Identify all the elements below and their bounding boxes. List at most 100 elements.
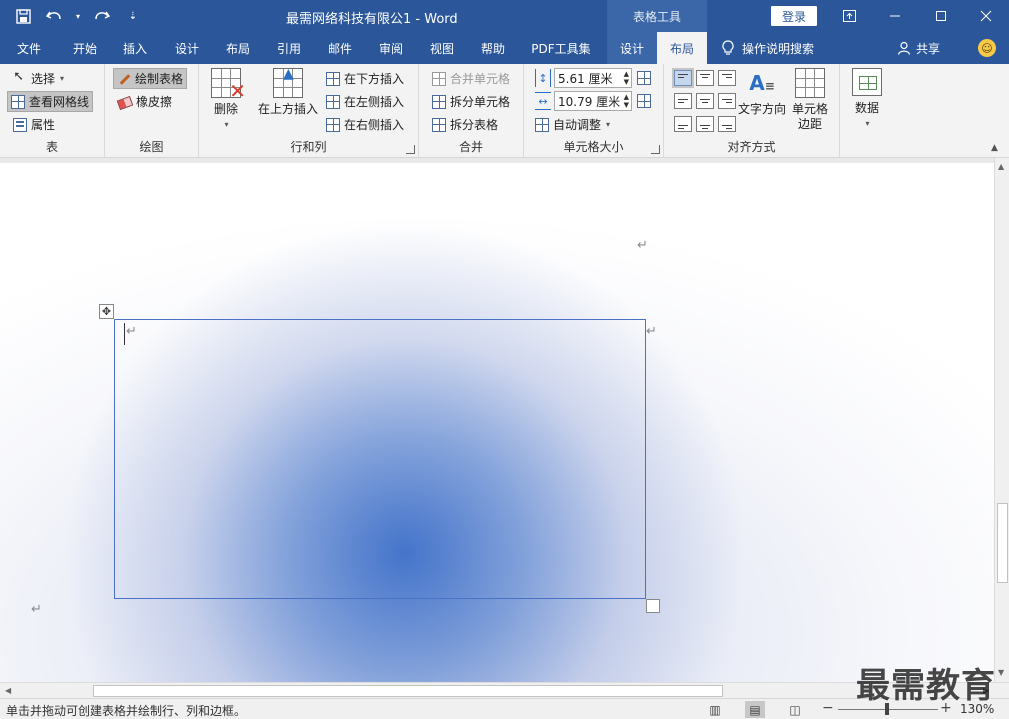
read-mode-icon[interactable]: ▥ — [705, 701, 725, 718]
undo-dropdown-icon[interactable]: ▾ — [74, 3, 82, 29]
horizontal-scroll-thumb[interactable] — [93, 685, 723, 697]
cell-margins-button[interactable]: 单元格 边距 — [792, 68, 828, 132]
merge-cells-button[interactable]: 合并单元格 — [429, 68, 513, 89]
maximize-icon[interactable] — [918, 0, 964, 32]
table-resize-handle[interactable] — [646, 599, 660, 613]
feedback-smiley-icon[interactable]: ☺ — [978, 39, 996, 57]
table-cell[interactable] — [114, 319, 646, 599]
chevron-down-icon: ▾ — [60, 74, 65, 83]
spinner-icon[interactable]: ▲ ▼ — [624, 70, 629, 86]
text-cursor — [124, 323, 125, 345]
vertical-scroll-thumb[interactable] — [997, 503, 1008, 583]
delete-label: 删除 — [213, 102, 238, 116]
delete-button[interactable]: ✕ 删除 ▾ — [211, 68, 246, 132]
align-bottom-center-icon[interactable] — [696, 116, 714, 132]
zoom-out-icon[interactable]: − — [822, 700, 834, 716]
data-label: 数据 — [854, 101, 879, 115]
table-move-handle-icon[interactable]: ✥ — [99, 304, 114, 319]
tab-pdf-tools[interactable]: PDF工具集 — [524, 32, 598, 64]
cell-size-group: ↕ 5.61 厘米 ▲ ▼ ↔ 10.79 厘米 ▲ ▼ 自动调整 ▾ 单元格大小 — [524, 64, 664, 158]
chevron-down-icon: ▾ — [606, 120, 611, 129]
chevron-down-icon: ▾ — [865, 119, 870, 128]
view-gridlines-label: 查看网格线 — [29, 95, 90, 109]
scroll-up-icon[interactable]: ▲ — [998, 162, 1004, 171]
insert-left-icon — [326, 94, 340, 109]
eraser-button[interactable]: 橡皮擦 — [115, 91, 175, 112]
tab-review[interactable]: 审阅 — [368, 32, 414, 64]
merge-cells-label: 合并单元格 — [450, 72, 511, 86]
distribute-columns-icon[interactable] — [637, 94, 651, 108]
tab-insert[interactable]: 插入 — [112, 32, 158, 64]
merge-group: 合并单元格 拆分单元格 拆分表格 合并 — [419, 64, 524, 158]
align-top-right-icon[interactable] — [718, 70, 736, 86]
tab-help[interactable]: 帮助 — [470, 32, 516, 64]
tab-home[interactable]: 开始 — [60, 32, 110, 64]
vertical-scrollbar[interactable]: ▲ ▼ — [994, 158, 1009, 682]
insert-above-icon: ▲ — [273, 67, 303, 98]
collapse-ribbon-icon[interactable]: ▲ — [991, 143, 998, 153]
tab-design[interactable]: 设计 — [164, 32, 210, 64]
minimize-icon[interactable] — [872, 0, 918, 32]
data-button[interactable]: 数据 ▾ — [852, 68, 882, 131]
merge-group-label: 合并 — [458, 140, 483, 154]
row-height-value: 5.61 厘米 — [558, 71, 613, 86]
tab-layout[interactable]: 布局 — [215, 32, 261, 64]
tab-table-design[interactable]: 设计 — [607, 32, 657, 64]
text-direction-icon: A≡ — [749, 71, 775, 95]
distribute-rows-icon[interactable] — [637, 71, 651, 85]
web-layout-icon[interactable]: ◫ — [785, 701, 805, 718]
close-icon[interactable] — [963, 0, 1009, 32]
insert-left-button[interactable]: 在左侧插入 — [323, 91, 407, 112]
redo-icon[interactable] — [88, 3, 114, 29]
column-width-input[interactable]: 10.79 厘米 ▲ ▼ — [554, 91, 632, 111]
insert-right-button[interactable]: 在右侧插入 — [323, 114, 407, 135]
ribbon-display-options-icon[interactable] — [826, 0, 872, 32]
tab-view[interactable]: 视图 — [419, 32, 465, 64]
insert-above-button[interactable]: ▲ 在上方插入 — [258, 67, 318, 117]
customize-qat-icon[interactable]: ⇣ — [120, 3, 146, 29]
insert-left-label: 在左侧插入 — [344, 95, 405, 109]
align-middle-center-icon[interactable] — [696, 93, 714, 109]
document-area[interactable]: ↵ ✥ ↵ ↵ ↵ — [0, 158, 994, 682]
undo-icon[interactable] — [42, 3, 68, 29]
share-button[interactable]: 共享 — [897, 32, 940, 64]
align-bottom-left-icon[interactable] — [674, 116, 692, 132]
draw-group-label: 绘图 — [139, 140, 164, 154]
tab-file[interactable]: 文件 — [6, 32, 52, 64]
tell-me-search[interactable]: 操作说明搜索 — [722, 32, 814, 64]
save-icon[interactable] — [10, 3, 36, 29]
align-bottom-right-icon[interactable] — [718, 116, 736, 132]
text-direction-button[interactable]: A≡ 文字方向 — [738, 68, 786, 117]
insert-below-button[interactable]: 在下方插入 — [323, 68, 407, 89]
cell-size-launcher-icon[interactable] — [651, 145, 660, 154]
split-table-button[interactable]: 拆分表格 — [429, 114, 501, 135]
login-button[interactable]: 登录 — [771, 6, 817, 26]
draw-table-button[interactable]: 绘制表格 — [113, 68, 188, 89]
properties-button[interactable]: 属性 — [10, 114, 58, 135]
data-group: 数据 ▾ — [840, 64, 900, 158]
rows-columns-launcher-icon[interactable] — [406, 145, 415, 154]
select-label: 选择 — [31, 72, 56, 86]
cell-margins-label-line2: 边距 — [798, 117, 823, 131]
tab-table-layout[interactable]: 布局 — [657, 32, 707, 64]
cell-margins-icon — [795, 68, 825, 98]
print-layout-icon[interactable]: ▤ — [745, 701, 765, 718]
select-button[interactable]: 选择 ▾ — [10, 68, 67, 89]
view-gridlines-button[interactable]: 查看网格线 — [7, 91, 94, 112]
spinner-icon[interactable]: ▲ ▼ — [624, 93, 629, 109]
table-group: 选择 ▾ 查看网格线 属性 表 — [0, 64, 105, 158]
align-top-left-icon[interactable] — [674, 70, 692, 86]
tab-mailings[interactable]: 邮件 — [317, 32, 363, 64]
insert-right-label: 在右侧插入 — [344, 118, 405, 132]
alignment-group-label: 对齐方式 — [727, 140, 776, 154]
align-top-center-icon[interactable] — [696, 70, 714, 86]
align-middle-left-icon[interactable] — [674, 93, 692, 109]
scroll-down-icon[interactable]: ▼ — [998, 668, 1004, 677]
align-middle-right-icon[interactable] — [718, 93, 736, 109]
scroll-left-icon[interactable]: ◀ — [5, 686, 11, 695]
tab-references[interactable]: 引用 — [266, 32, 312, 64]
split-cells-button[interactable]: 拆分单元格 — [429, 91, 513, 112]
row-height-input[interactable]: 5.61 厘米 ▲ ▼ — [554, 68, 632, 88]
properties-icon — [13, 117, 27, 132]
autofit-button[interactable]: 自动调整 ▾ — [532, 114, 613, 135]
